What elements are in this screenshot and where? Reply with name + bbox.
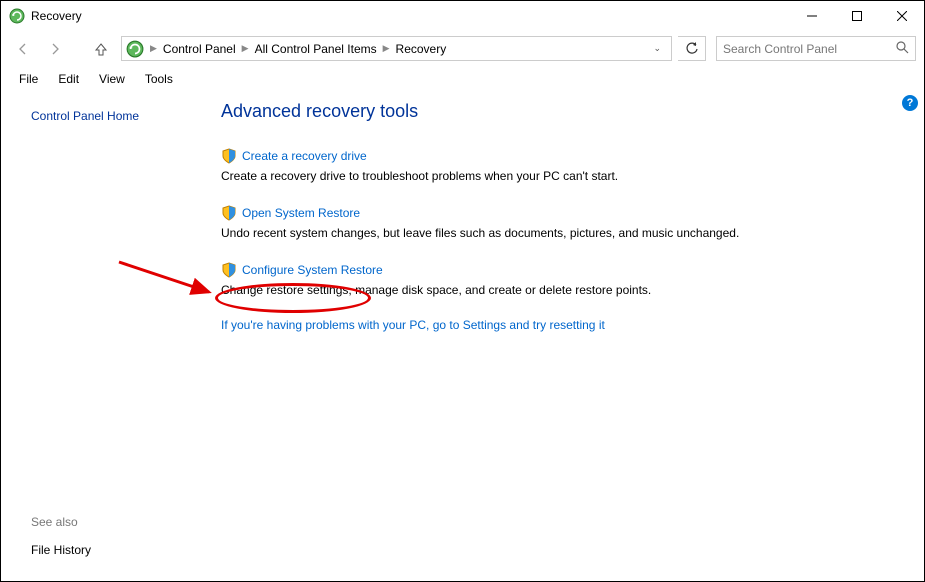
page-title: Advanced recovery tools: [221, 101, 894, 122]
breadcrumb-item[interactable]: Control Panel: [161, 42, 238, 56]
chevron-right-icon[interactable]: ▶: [238, 43, 253, 54]
menu-tools[interactable]: Tools: [135, 69, 183, 89]
tool-description: Create a recovery drive to troubleshoot …: [221, 168, 894, 185]
refresh-button[interactable]: [678, 36, 706, 61]
breadcrumb-item[interactable]: All Control Panel Items: [253, 42, 379, 56]
see-also-label: See also: [31, 515, 221, 529]
reset-pc-link[interactable]: If you're having problems with your PC, …: [221, 318, 605, 332]
body-area: ? Control Panel Home See also File Histo…: [1, 91, 924, 581]
main-content: Advanced recovery tools Create a recover…: [221, 91, 924, 581]
tool-create-recovery-drive: Create a recovery drive Create a recover…: [221, 148, 894, 185]
see-also: See also File History: [31, 515, 221, 557]
shield-icon: [221, 262, 237, 278]
breadcrumb-item[interactable]: Recovery: [394, 42, 449, 56]
up-button[interactable]: [87, 35, 115, 63]
nav-bar: ▶ Control Panel ▶ All Control Panel Item…: [1, 31, 924, 67]
window-title: Recovery: [31, 9, 789, 23]
search-input[interactable]: Search Control Panel: [716, 36, 916, 61]
tool-open-system-restore: Open System Restore Undo recent system c…: [221, 205, 894, 242]
tool-configure-system-restore: Configure System Restore Change restore …: [221, 262, 894, 299]
menu-bar: File Edit View Tools: [1, 67, 924, 91]
forward-button[interactable]: [41, 35, 69, 63]
menu-view[interactable]: View: [89, 69, 135, 89]
file-history-link[interactable]: File History: [31, 543, 221, 557]
minimize-button[interactable]: [789, 1, 834, 31]
titlebar: Recovery: [1, 1, 924, 31]
menu-file[interactable]: File: [9, 69, 48, 89]
back-button[interactable]: [9, 35, 37, 63]
maximize-button[interactable]: [834, 1, 879, 31]
search-icon: [895, 40, 909, 57]
recovery-icon: [9, 8, 25, 24]
shield-icon: [221, 205, 237, 221]
address-dropdown-icon[interactable]: ⌄: [647, 43, 667, 54]
recovery-icon: [126, 40, 144, 58]
search-placeholder: Search Control Panel: [723, 42, 895, 56]
sidebar: Control Panel Home See also File History: [1, 91, 221, 581]
configure-system-restore-link[interactable]: Configure System Restore: [242, 263, 383, 277]
chevron-right-icon[interactable]: ▶: [379, 43, 394, 54]
tool-description: Change restore settings, manage disk spa…: [221, 282, 894, 299]
close-button[interactable]: [879, 1, 924, 31]
window-controls: [789, 1, 924, 31]
create-recovery-drive-link[interactable]: Create a recovery drive: [242, 149, 367, 163]
breadcrumb: ▶ Control Panel ▶ All Control Panel Item…: [146, 42, 647, 56]
chevron-right-icon[interactable]: ▶: [146, 43, 161, 54]
address-bar[interactable]: ▶ Control Panel ▶ All Control Panel Item…: [121, 36, 672, 61]
shield-icon: [221, 148, 237, 164]
open-system-restore-link[interactable]: Open System Restore: [242, 206, 360, 220]
menu-edit[interactable]: Edit: [48, 69, 89, 89]
tool-description: Undo recent system changes, but leave fi…: [221, 225, 894, 242]
control-panel-home-link[interactable]: Control Panel Home: [31, 109, 221, 123]
